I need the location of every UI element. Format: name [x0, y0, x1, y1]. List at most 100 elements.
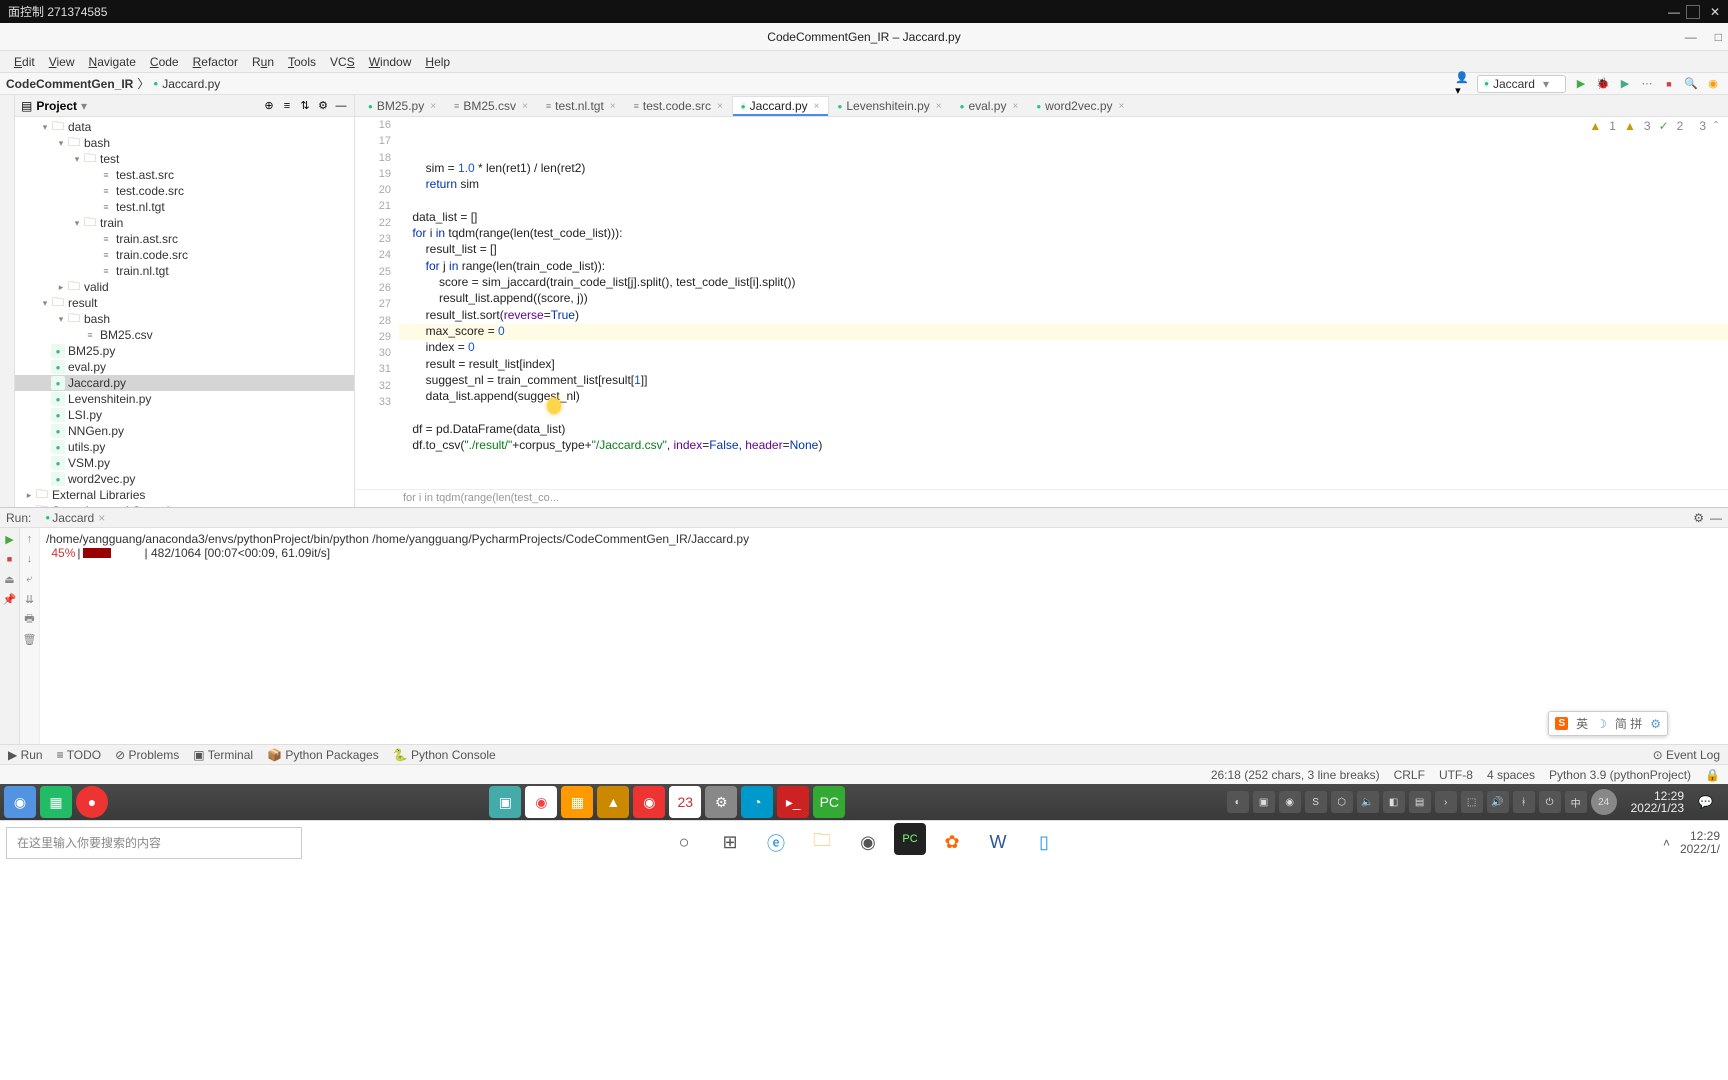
ubuntu-clock[interactable]: 12:29 2022/1/23 — [1625, 790, 1690, 814]
editor-tab[interactable]: ●eval.py× — [951, 96, 1028, 116]
hide-icon[interactable]: — — [334, 99, 348, 113]
wrap-icon[interactable]: ⤶ — [23, 572, 37, 586]
tree-node[interactable]: ≡train.nl.tgt — [15, 263, 354, 279]
collapse-icon[interactable]: ⇅ — [298, 99, 312, 113]
tree-node[interactable]: ●BM25.py — [15, 343, 354, 359]
taskbar-search[interactable]: 在这里输入你要搜索的内容 — [6, 827, 302, 859]
tray-icon[interactable]: ▤ — [1409, 791, 1431, 813]
target-icon[interactable]: ⊕ — [262, 99, 276, 113]
volume-icon[interactable]: 🔊 — [1487, 791, 1509, 813]
tray-icon[interactable]: ◐ — [1227, 791, 1249, 813]
menu-navigate[interactable]: Navigate — [83, 53, 142, 71]
hide-icon[interactable]: — — [1710, 511, 1722, 525]
close-icon[interactable]: ✕ — [1710, 5, 1720, 19]
close-tab-icon[interactable]: × — [610, 101, 616, 112]
clock-icon[interactable]: 24 — [1591, 789, 1617, 815]
status-indent[interactable]: 4 spaces — [1487, 768, 1535, 782]
tree-node[interactable]: 🗀Scratches and Consoles — [15, 503, 354, 507]
tree-node[interactable]: ≡BM25.csv — [15, 327, 354, 343]
chevron-up-icon[interactable]: ˆ — [1714, 119, 1718, 133]
chrome-icon[interactable]: ◉ — [525, 786, 557, 818]
editor-tab[interactable]: ≡BM25.csv× — [445, 96, 537, 116]
chevron-up-icon[interactable]: ˄ — [1663, 836, 1670, 850]
network-icon[interactable]: ⬚ — [1461, 791, 1483, 813]
app-minimize-icon[interactable]: — — [1685, 30, 1697, 44]
tray-icon[interactable]: ◉ — [1279, 791, 1301, 813]
editor-tab[interactable]: ≡test.nl.tgt× — [537, 96, 625, 116]
power-icon[interactable]: ⏻ — [1539, 791, 1561, 813]
tray-icon[interactable]: ▣ — [1253, 791, 1275, 813]
expand-icon[interactable]: ≡ — [280, 99, 294, 113]
up-icon[interactable]: ↑ — [23, 532, 37, 546]
tw-console[interactable]: 🐍 Python Console — [393, 748, 496, 762]
breadcrumb-root[interactable]: CodeCommentGen_IR — [6, 77, 133, 91]
chevron-down-icon[interactable]: ▾ — [81, 99, 87, 113]
tree-node[interactable]: ≡test.nl.tgt — [15, 199, 354, 215]
gear-icon[interactable]: ⚙ — [1693, 511, 1704, 525]
task-view-icon[interactable]: ○ — [664, 823, 704, 863]
user-icon[interactable]: 👤▾ — [1455, 77, 1469, 91]
menu-tools[interactable]: Tools — [282, 53, 322, 71]
show-apps-icon[interactable]: ◉ — [4, 786, 36, 818]
tw-problems[interactable]: ⊘ Problems — [115, 748, 179, 762]
tw-terminal[interactable]: ▣ Terminal — [193, 748, 253, 762]
maximize-icon[interactable] — [1686, 5, 1700, 19]
edge-icon[interactable]: ⓔ — [756, 823, 796, 863]
pycharm-icon[interactable]: PC — [894, 823, 926, 855]
code-source[interactable]: sim = 1.0 * len(ret1) / len(ret2) return… — [399, 117, 1728, 489]
close-tab-icon[interactable]: × — [936, 101, 942, 112]
status-line-ending[interactable]: CRLF — [1394, 768, 1425, 782]
tree-node[interactable]: ▸🗀valid — [15, 279, 354, 295]
menu-window[interactable]: Window — [363, 53, 418, 71]
tree-node[interactable]: ▾🗀bash — [15, 311, 354, 327]
tray-icon[interactable]: › — [1435, 791, 1457, 813]
tw-packages[interactable]: 📦 Python Packages — [267, 748, 379, 762]
files-icon[interactable]: ▦ — [40, 786, 72, 818]
gear-icon[interactable]: ⚙ — [316, 99, 330, 113]
tree-node[interactable]: ●utils.py — [15, 439, 354, 455]
inspection-widget[interactable]: ▲1 ▲3 ✓2 3 ˆ — [1589, 119, 1718, 133]
app-icon[interactable]: ▲ — [597, 786, 629, 818]
exit-icon[interactable]: ⏏ — [3, 572, 17, 586]
app-maximize-icon[interactable]: □ — [1715, 30, 1722, 44]
tree-node[interactable]: ▾🗀test — [15, 151, 354, 167]
editor-tab[interactable]: ●BM25.py× — [359, 96, 445, 116]
tree-node[interactable]: ▾🗀bash — [15, 135, 354, 151]
profile-icon[interactable]: ⋯ — [1640, 77, 1654, 91]
breadcrumb-file[interactable]: Jaccard.py — [162, 77, 220, 91]
editor-tab[interactable]: ●Jaccard.py× — [732, 96, 829, 116]
menu-code[interactable]: Code — [144, 53, 185, 71]
tray-icon[interactable]: S — [1305, 791, 1327, 813]
status-encoding[interactable]: UTF-8 — [1439, 768, 1473, 782]
terminal-icon[interactable]: ▸_ — [777, 786, 809, 818]
stop-icon[interactable]: ■ — [3, 552, 17, 566]
editor-tab[interactable]: ≡test.code.src× — [625, 96, 732, 116]
settings-icon[interactable]: ◉ — [1706, 77, 1720, 91]
ime-tray-icon[interactable]: 中 — [1565, 791, 1587, 813]
minimize-icon[interactable]: — — [1668, 5, 1680, 19]
tree-node[interactable]: ●VSM.py — [15, 455, 354, 471]
close-tab-icon[interactable]: × — [1012, 101, 1018, 112]
trash-icon[interactable]: 🗑 — [23, 632, 37, 646]
bluetooth-icon[interactable]: ᚼ — [1513, 791, 1535, 813]
tw-run[interactable]: ▶ Run — [8, 748, 43, 762]
menu-edit[interactable]: Edit — [8, 53, 41, 71]
coverage-icon[interactable]: ▶ — [1618, 77, 1632, 91]
stop-icon[interactable]: ■ — [1662, 77, 1676, 91]
tree-node[interactable]: ≡train.code.src — [15, 247, 354, 263]
notification-icon[interactable]: 💬 — [1698, 795, 1720, 809]
explorer-icon[interactable]: 🗀 — [802, 823, 842, 863]
debug-icon[interactable]: 🐞 — [1596, 77, 1610, 91]
editor-tab[interactable]: ●Levenshitein.py× — [829, 96, 951, 116]
code-editor[interactable]: 161718192021222324252627282930313233 sim… — [355, 117, 1728, 489]
tree-node[interactable]: ≡test.code.src — [15, 183, 354, 199]
tw-todo[interactable]: ≡ TODO — [57, 748, 102, 762]
ime-indicator[interactable]: S 英 ☽ 简 拼 ⚙ — [1548, 711, 1668, 736]
tree-node[interactable]: ●Levenshitein.py — [15, 391, 354, 407]
taskbar-clock[interactable]: 12:29 2022/1/ — [1680, 830, 1720, 856]
gear-icon[interactable]: ⚙ — [1650, 717, 1661, 731]
status-interpreter[interactable]: Python 3.9 (pythonProject) — [1549, 768, 1691, 782]
close-tab-icon[interactable]: × — [98, 511, 105, 525]
console-output[interactable]: /home/yangguang/anaconda3/envs/pythonPro… — [40, 528, 1728, 744]
tree-node[interactable]: ▾🗀train — [15, 215, 354, 231]
